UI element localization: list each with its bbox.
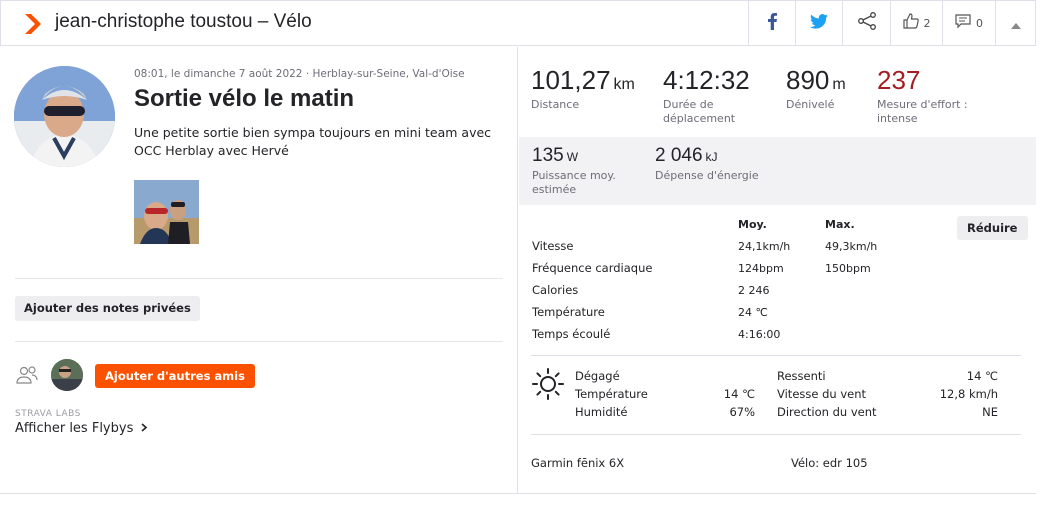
moving-time-label: Durée de déplacement (663, 98, 736, 125)
detail-row-avg: 4:16:00 (738, 328, 781, 341)
collapse-header-button[interactable] (995, 1, 1036, 45)
distance-unit: km (613, 76, 635, 93)
weather-wind-direction-value: NE (982, 405, 998, 419)
stat-moving-time: 4:12:32 Durée de déplacement (663, 65, 763, 126)
detail-row-label: Fréquence cardiaque (532, 261, 653, 275)
twitter-share-button[interactable] (795, 1, 842, 45)
distance-label: Distance (531, 98, 580, 111)
twitter-icon (810, 13, 828, 33)
activity-photo-thumbnail[interactable] (134, 180, 199, 244)
power-unit: W (566, 150, 579, 164)
facebook-icon (766, 12, 778, 34)
activity-header: jean-christophe toustou – Vélo 2 0 (0, 0, 1036, 46)
weather-condition: Dégagé (575, 369, 620, 383)
divider (531, 434, 1021, 435)
divider (0, 493, 1036, 494)
detail-row-avg: 24,1km/h (738, 240, 791, 253)
share-icon (857, 12, 877, 34)
sun-icon (531, 367, 565, 405)
activity-title: Sortie vélo le matin (134, 85, 355, 112)
detail-row-avg: 2 246 (738, 284, 770, 297)
weather-wind-speed-label: Vitesse du vent (777, 387, 867, 401)
detail-row-avg: 124bpm (738, 262, 784, 275)
energy-label: Dépense d'énergie (655, 169, 759, 182)
comments-button[interactable]: 0 (942, 1, 995, 45)
flybys-link-label: Afficher les Flybys (15, 421, 134, 436)
kudos-count: 2 (923, 16, 931, 30)
weather-temp-value: 14 ℃ (723, 387, 755, 401)
detail-row-label: Température (532, 305, 605, 319)
elevation-value: 890 (786, 65, 830, 95)
effort-label: Mesure d'effort : intense (877, 98, 968, 125)
divider (15, 278, 503, 279)
effort-value: 237 (877, 65, 921, 95)
group-icon (15, 365, 39, 389)
detail-row-label: Calories (532, 283, 579, 297)
kudos-button[interactable]: 2 (890, 1, 942, 45)
thumbs-up-icon (902, 13, 919, 33)
weather-humidity-label: Humidité (575, 405, 628, 419)
activity-summary-panel: 08:01, le dimanche 7 août 2022 · Herblay… (0, 47, 518, 493)
strava-labs-label: STRAVA LABS (15, 409, 81, 419)
energy-unit: kJ (705, 150, 718, 164)
share-button[interactable] (842, 1, 890, 45)
moving-time-value: 4:12:32 (663, 65, 750, 95)
collapse-details-button[interactable]: Réduire (957, 216, 1028, 240)
detail-row-label: Temps écoulé (532, 327, 611, 341)
stat-power: 135 W Puissance moy. estimée (532, 145, 642, 197)
max-column-header: Max. (825, 218, 855, 231)
elevation-unit: m (832, 76, 846, 93)
power-value: 135 (532, 145, 564, 166)
add-private-notes-button[interactable]: Ajouter des notes privées (15, 296, 200, 321)
comments-count: 0 (976, 16, 983, 30)
flybys-link[interactable]: Afficher les Flybys (15, 421, 148, 436)
weather-feels-value: 14 ℃ (966, 369, 998, 383)
detail-row-label: Vitesse (532, 239, 574, 253)
power-label: Puissance moy. estimée (532, 169, 616, 196)
comment-icon (955, 13, 971, 33)
add-friends-button[interactable]: Ajouter d'autres amis (95, 364, 255, 388)
divider (531, 355, 1021, 356)
bike-name: Vélo: edr 105 (791, 456, 868, 470)
stat-effort[interactable]: 237 Mesure d'effort : intense (877, 65, 987, 126)
activity-description: Une petite sortie bien sympa toujours en… (134, 125, 492, 158)
friend-avatar[interactable] (51, 359, 83, 391)
activity-date-location: 08:01, le dimanche 7 août 2022 · Herblay… (134, 68, 465, 80)
caret-up-icon (1011, 14, 1021, 33)
chevron-right-icon (141, 421, 148, 436)
weather-temp-label: Température (575, 387, 648, 401)
stat-distance: 101,27 km Distance (531, 65, 635, 112)
device-name: Garmin fēnix 6X (531, 456, 625, 470)
strava-chevron-icon (23, 13, 43, 39)
facebook-share-button[interactable] (748, 1, 795, 45)
stat-energy: 2 046 kJ Dépense d'énergie (655, 145, 765, 183)
stat-elevation: 890 m Dénivelé (786, 65, 846, 112)
elevation-label: Dénivelé (786, 98, 835, 111)
weather-feels-label: Ressenti (777, 369, 826, 383)
distance-value: 101,27 (531, 65, 611, 95)
athlete-avatar[interactable] (14, 66, 115, 167)
detail-row-max: 49,3km/h (825, 240, 878, 253)
energy-value: 2 046 (655, 145, 703, 166)
weather-wind-speed-value: 12,8 km/h (939, 387, 998, 401)
weather-wind-direction-label: Direction du vent (777, 405, 877, 419)
divider (15, 341, 503, 342)
activity-stats-panel: 101,27 km Distance 4:12:32 Durée de dépla… (519, 47, 1036, 493)
page-title: jean-christophe toustou – Vélo (55, 11, 312, 32)
detail-row-avg: 24 ℃ (738, 306, 768, 319)
avg-column-header: Moy. (738, 218, 767, 231)
weather-humidity-value: 67% (729, 405, 755, 419)
detail-row-max: 150bpm (825, 262, 871, 275)
